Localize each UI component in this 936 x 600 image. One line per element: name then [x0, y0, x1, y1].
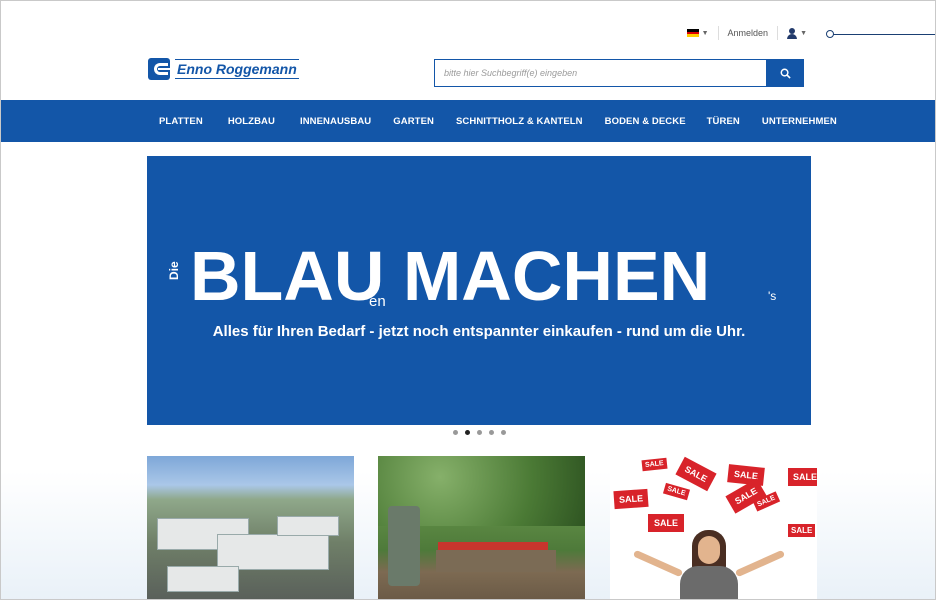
person-arm — [734, 549, 786, 578]
nav-item-tueren[interactable]: TÜREN — [707, 116, 740, 127]
sale-tag: SALE — [788, 524, 816, 537]
hero-subline: Alles für Ihren Bedarf - jetzt noch ents… — [212, 323, 746, 340]
person-face — [698, 536, 720, 564]
utility-bar: ▼ Anmelden ▼ — [686, 25, 807, 41]
hero-suffix-s: 's — [768, 289, 777, 303]
sale-tag: SALE — [648, 514, 685, 532]
hero-suffix-en: en — [369, 293, 386, 310]
building-shape — [277, 516, 339, 536]
lounger-shape — [436, 550, 556, 572]
sale-tag: SALE — [662, 482, 690, 501]
user-icon[interactable] — [787, 28, 798, 39]
hero-word-machen: MACHEN — [403, 237, 711, 315]
search-bar — [434, 59, 804, 87]
chevron-down-icon[interactable]: ▼ — [800, 30, 807, 37]
divider — [777, 26, 779, 40]
hero-headline: Die BLAU en MACHEN 's — [163, 236, 803, 316]
login-link[interactable]: Anmelden — [728, 28, 769, 38]
nav-item-boden-decke[interactable]: BODEN & DECKE — [605, 116, 686, 127]
carousel-dots — [453, 430, 513, 435]
nav-item-platten[interactable]: PLATTEN — [159, 116, 203, 127]
hero-word-blau: BLAU — [190, 237, 385, 315]
hero-die: Die — [167, 261, 181, 280]
carousel-dot[interactable] — [453, 430, 458, 435]
building-shape — [217, 534, 329, 570]
planter-shape — [388, 506, 420, 586]
sale-tag: SALE — [641, 457, 668, 472]
logo-text: Enno Roggemann — [175, 59, 299, 79]
tile-company-aerial[interactable] — [147, 456, 354, 599]
chevron-down-icon[interactable]: ▼ — [702, 30, 709, 37]
nav-item-holzbau[interactable]: HOLZBAU — [228, 116, 275, 127]
search-button[interactable] — [766, 59, 804, 87]
nav-item-unternehmen[interactable]: UNTERNEHMEN — [762, 116, 837, 127]
hero-banner[interactable]: Die BLAU en MACHEN 's Alles für Ihren Be… — [147, 156, 811, 425]
main-nav: PLATTEN HOLZBAU INNENAUSBAU GARTEN SCHNI… — [1, 100, 935, 142]
german-flag-icon[interactable] — [686, 29, 699, 38]
tile-sale[interactable]: SALE SALE SALE SALE SALE SALE SALE SALE … — [610, 456, 817, 599]
browser-frame: ▼ Anmelden ▼ Enno Roggemann PLATTEN HOLZ… — [0, 0, 936, 600]
sale-tag: SALE — [675, 456, 717, 492]
person-arm — [632, 549, 684, 578]
divider — [717, 26, 719, 40]
logo-mark-icon — [148, 58, 170, 80]
nav-item-innenausbau[interactable]: INNENAUSBAU — [300, 116, 371, 127]
person-body — [680, 566, 738, 599]
sale-tag: SALE — [613, 488, 649, 510]
callout-line — [833, 34, 935, 35]
sale-tag: SALE — [788, 468, 817, 486]
search-icon — [780, 68, 791, 79]
logo[interactable]: Enno Roggemann — [148, 57, 338, 81]
carousel-dot[interactable] — [501, 430, 506, 435]
search-input[interactable] — [434, 59, 766, 87]
tile-garden[interactable] — [378, 456, 585, 599]
nav-item-garten[interactable]: GARTEN — [393, 116, 434, 127]
cushion-shape — [438, 542, 548, 550]
carousel-dot[interactable] — [489, 430, 494, 435]
building-shape — [167, 566, 239, 592]
carousel-dot-active[interactable] — [465, 430, 470, 435]
carousel-dot[interactable] — [477, 430, 482, 435]
nav-item-schnittholz[interactable]: SCHNITTHOLZ & KANTELN — [456, 116, 583, 127]
